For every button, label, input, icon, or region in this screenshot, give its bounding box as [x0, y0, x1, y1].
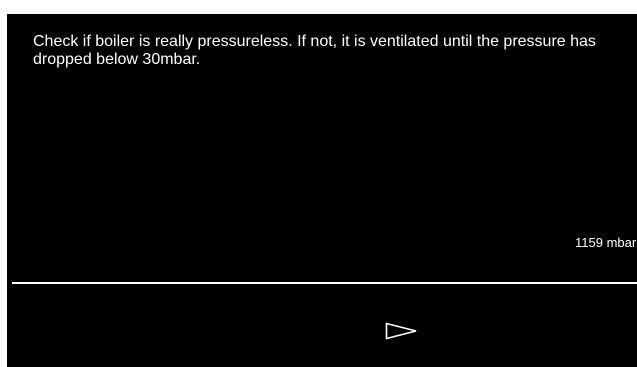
instruction-message: Check if boiler is really pressureless. …: [33, 33, 596, 68]
next-button[interactable]: [377, 314, 427, 348]
instruction-screen: Check if boiler is really pressureless. …: [7, 14, 637, 367]
pressure-readout: 1159 mbar: [575, 235, 637, 250]
triangle-right-outline-icon: [385, 322, 419, 340]
divider-line: [12, 282, 637, 284]
